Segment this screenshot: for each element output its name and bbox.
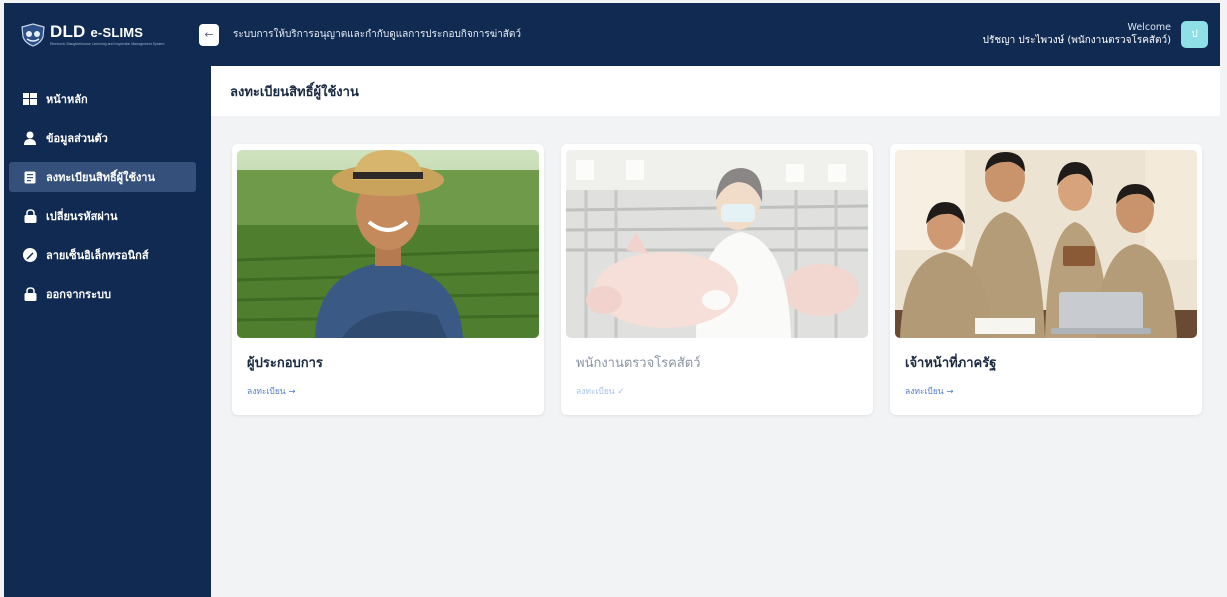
user-menu[interactable]: Welcome ปรัชญา ประไพวงษ์ (พนักงานตรวจโรค… [983,21,1208,48]
sidebar-item-label: เปลี่ยนรหัสผ่าน [46,210,118,223]
card-title: พนักงานตรวจโรคสัตว์ [576,356,701,371]
user-name: ปรัชญา ประไพวงษ์ (พนักงานตรวจโรคสัตว์) [982,35,1171,46]
lock-icon [23,209,37,223]
sidebar-item-e-signature[interactable]: ลายเซ็นอิเล็กทรอนิกส์ [4,240,211,270]
card-government-officer[interactable]: เจ้าหน้าที่ภาครัฐ ลงทะเบียน → [890,144,1202,415]
brand-logo[interactable]: DLD e-SLIMS Electronic Slaughterhouse Li… [4,3,199,66]
page-header: ลงทะเบียนสิทธิ์ผู้ใช้งาน [211,66,1220,116]
government-officers-photo [895,150,1197,338]
card-title: เจ้าหน้าที่ภาครัฐ [905,356,997,371]
sidebar-item-label: ออกจากระบบ [46,288,111,301]
sidebar-item-label: ลายเซ็นอิเล็กทรอนิกส์ [46,249,149,262]
sidebar-item-label: ลงทะเบียนสิทธิ์ผู้ใช้งาน [46,171,156,184]
sidebar-item-label: หน้าหลัก [46,93,88,106]
welcome-label: Welcome [1127,22,1171,33]
user-icon [23,131,37,145]
shield-logo-icon [21,22,45,47]
farmer-photo [237,150,539,338]
sidebar-item-label: ข้อมูลส่วนตัว [46,132,108,145]
register-link[interactable]: ลงทะเบียน → [905,384,953,398]
arrow-left-icon: ← [204,28,214,41]
card-title: ผู้ประกอบการ [247,356,323,371]
card-operator[interactable]: ผู้ประกอบการ ลงทะเบียน → [232,144,544,415]
sidebar: หน้าหลัก ข้อมูลส่วนตัว ลงทะเบียนสิทธิ์ผู… [4,66,211,597]
brand-subtitle: Electronic Slaughterhouse Licensing and … [50,41,165,46]
register-link[interactable]: ลงทะเบียน → [247,384,295,398]
dashboard-icon [23,92,37,106]
veterinarian-pig-photo [566,150,868,338]
sidebar-item-logout[interactable]: ออกจากระบบ [4,279,211,309]
card-veterinary-inspector[interactable]: พนักงานตรวจโรคสัตว์ ลงทะเบียน ✓ [561,144,873,415]
top-header: DLD e-SLIMS Electronic Slaughterhouse Li… [4,3,1220,66]
registered-link[interactable]: ลงทะเบียน ✓ [576,384,624,398]
sidebar-item-register[interactable]: ลงทะเบียนสิทธิ์ผู้ใช้งาน [9,162,196,192]
sidebar-item-profile[interactable]: ข้อมูลส่วนตัว [4,123,211,153]
sidebar-item-change-password[interactable]: เปลี่ยนรหัสผ่าน [4,201,211,231]
logout-lock-icon [23,287,37,301]
sidebar-item-home[interactable]: หน้าหลัก [4,84,211,114]
avatar[interactable]: ป [1181,21,1208,48]
collapse-sidebar-button[interactable]: ← [199,23,219,46]
system-title: ระบบการให้บริการอนุญาตและกำกับดูแลการประ… [233,29,522,40]
clipboard-icon [23,170,37,184]
page-title: ลงทะเบียนสิทธิ์ผู้ใช้งาน [230,84,359,100]
pen-icon [23,248,37,262]
brand-name: DLD e-SLIMS [50,21,144,41]
